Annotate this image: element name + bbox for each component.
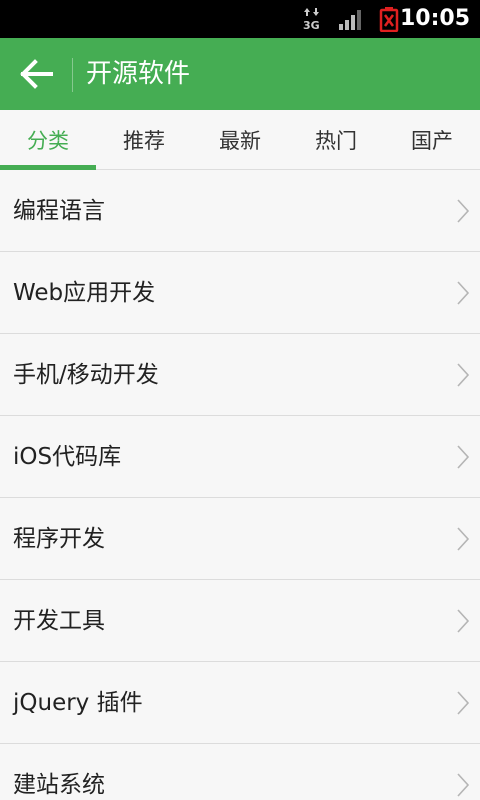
network-label: 3G — [303, 19, 320, 31]
tab-label: 分类 — [27, 128, 69, 153]
list-item-label: Web应用开发 — [13, 280, 156, 306]
tab-category[interactable]: 分类 — [0, 110, 96, 170]
chevron-right-icon — [457, 199, 470, 223]
list-item-label: jQuery 插件 — [13, 690, 143, 716]
list-item[interactable]: 建站系统 — [0, 744, 480, 800]
action-bar: 开源软件 — [0, 38, 480, 110]
list-item[interactable]: 手机/移动开发 — [0, 334, 480, 416]
list-item[interactable]: Web应用开发 — [0, 252, 480, 334]
tab-domestic[interactable]: 国产 — [384, 110, 480, 169]
tab-label: 热门 — [315, 128, 357, 153]
chevron-right-icon — [457, 691, 470, 715]
page-title: 开源软件 — [86, 59, 191, 89]
tab-label: 最新 — [219, 128, 261, 153]
list-item[interactable]: 编程语言 — [0, 170, 480, 252]
battery-alert-icon — [379, 7, 399, 32]
list-item-label: 开发工具 — [13, 608, 105, 634]
list-item-label: 手机/移动开发 — [13, 362, 159, 388]
list-item-label: iOS代码库 — [13, 444, 122, 470]
chevron-right-icon — [457, 363, 470, 387]
list-item[interactable]: 程序开发 — [0, 498, 480, 580]
list-item-label: 程序开发 — [13, 526, 105, 552]
arrow-left-icon — [20, 59, 53, 89]
list-item[interactable]: jQuery 插件 — [0, 662, 480, 744]
chevron-right-icon — [457, 445, 470, 469]
chevron-right-icon — [457, 609, 470, 633]
list-item-label: 建站系统 — [13, 772, 105, 798]
list-item[interactable]: iOS代码库 — [0, 416, 480, 498]
screen: 3G 10:05 开源软件 分类 推荐 最新 热门 国产 编程语言 Web应用开… — [0, 0, 480, 800]
category-list: 编程语言 Web应用开发 手机/移动开发 iOS代码库 程序开发 开发工具 jQ… — [0, 170, 480, 800]
tab-latest[interactable]: 最新 — [192, 110, 288, 169]
status-bar: 3G 10:05 — [0, 0, 480, 38]
signal-strength-icon — [339, 10, 361, 30]
tab-recommended[interactable]: 推荐 — [96, 110, 192, 169]
list-item-label: 编程语言 — [13, 198, 105, 224]
chevron-right-icon — [457, 527, 470, 551]
back-button[interactable] — [10, 48, 64, 100]
chevron-right-icon — [457, 281, 470, 305]
action-bar-divider — [72, 58, 73, 92]
status-clock: 10:05 — [399, 6, 470, 31]
data-3g-icon: 3G — [303, 8, 320, 31]
chevron-right-icon — [457, 773, 470, 797]
tab-label: 推荐 — [123, 128, 165, 153]
list-item[interactable]: 开发工具 — [0, 580, 480, 662]
tab-bar: 分类 推荐 最新 热门 国产 — [0, 110, 480, 170]
tab-label: 国产 — [411, 128, 453, 153]
tab-popular[interactable]: 热门 — [288, 110, 384, 169]
